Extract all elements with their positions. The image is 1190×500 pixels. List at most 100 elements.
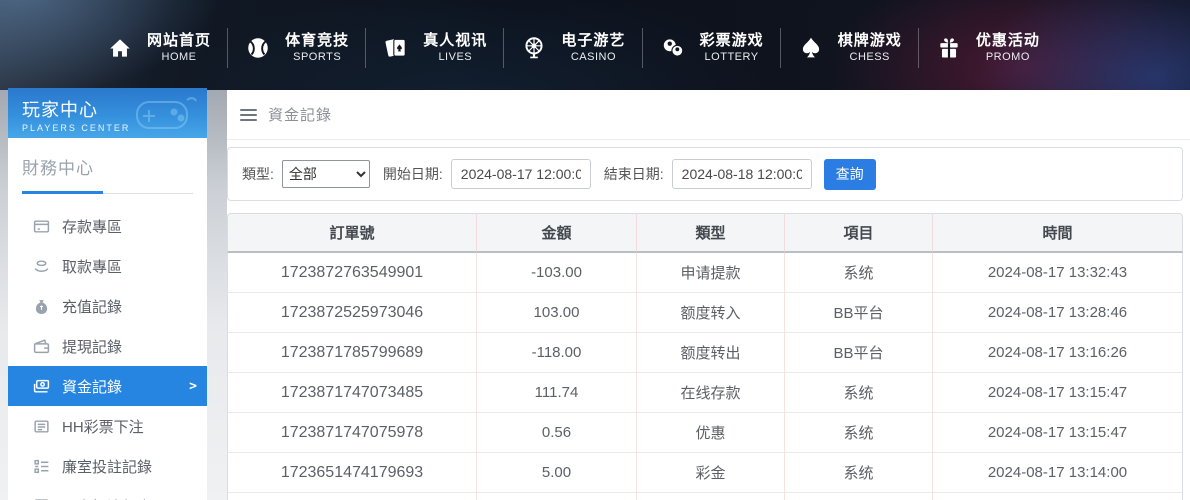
nav-divider	[642, 28, 643, 68]
finance-section: 財務中心	[8, 138, 207, 194]
menu-toggle-icon[interactable]	[240, 109, 257, 121]
sidebar-item-label: HH彩票下注	[62, 416, 144, 437]
cell-time: 2024-08-17 13:28:46	[933, 293, 1183, 333]
cell-order-no: 1723872525973046	[227, 293, 477, 333]
nav-divider	[918, 28, 919, 68]
playing-cards-icon	[382, 34, 410, 62]
table-row-partial	[227, 493, 1183, 500]
header-amount: 金額	[477, 213, 637, 253]
table-row: 1723871785799689 -118.00 额度转出 BB平台 2024-…	[227, 333, 1183, 373]
nav-label-en: LIVES	[438, 51, 472, 65]
cell-order-no: 1723871747073485	[227, 373, 477, 413]
table-row: 1723871747073485 111.74 在线存款 系统 2024-08-…	[227, 373, 1183, 413]
sidebar-item-label: 提現記錄	[62, 336, 122, 357]
search-button[interactable]: 查詢	[824, 159, 876, 190]
cell-time	[933, 493, 1183, 500]
table-row: 1723872763549901 -103.00 申请提款 系统 2024-08…	[227, 253, 1183, 293]
money-bag-icon	[33, 298, 50, 315]
nav-label-en: PROMO	[986, 51, 1030, 65]
cell-time: 2024-08-17 13:15:47	[933, 413, 1183, 453]
nav-item-chess[interactable]: 棋牌游戏 CHESS	[797, 32, 902, 65]
end-date-input[interactable]	[672, 159, 812, 189]
nav-item-lottery[interactable]: 彩票游戏 LOTTERY	[659, 32, 764, 65]
nav-label-en: LOTTERY	[705, 51, 759, 65]
ticket-list-icon	[33, 418, 50, 435]
type-label: 類型:	[242, 164, 274, 184]
cell-order-no: 1723651474179693	[227, 453, 477, 493]
cell-type	[637, 493, 785, 500]
nav-label-zh: 电子游艺	[561, 32, 625, 51]
main-content: 資金記錄 類型: 全部 開始日期: 結束日期: 查詢 訂單號 金額 類型 項目 …	[227, 90, 1190, 500]
wallet-icon	[33, 338, 50, 355]
sidebar-item-label: 取款專區	[62, 256, 122, 277]
nav-item-promo[interactable]: 优惠活动 PROMO	[935, 32, 1040, 65]
sidebar-item-room-bet-records[interactable]: 廉室投註記錄	[8, 446, 207, 486]
sidebar-item-hh-lottery-bets[interactable]: HH彩票下注	[8, 406, 207, 446]
nav-label-en: SPORTS	[293, 51, 341, 65]
nav-divider	[227, 28, 228, 68]
sidebar-item-withdraw-zone[interactable]: 取款專區	[8, 246, 207, 286]
nav-divider	[365, 28, 366, 68]
cell-amount: -103.00	[477, 253, 637, 293]
cell-time: 2024-08-17 13:16:26	[933, 333, 1183, 373]
cell-item: BB平台	[785, 333, 933, 373]
nav-label-zh: 优惠活动	[976, 32, 1040, 51]
gamepad-watermark-icon	[129, 92, 199, 138]
cell-amount: 103.00	[477, 293, 637, 333]
cell-time: 2024-08-17 13:32:43	[933, 253, 1183, 293]
nav-divider	[780, 28, 781, 68]
sidebar: 玩家中心 PLAYERS CENTER 財務中心 存款專區 取款專區	[8, 88, 207, 500]
sidebar-item-deposit-zone[interactable]: 存款專區	[8, 206, 207, 246]
fund-records-table: 訂單號 金額 類型 項目 時間 1723872763549901 -103.00…	[227, 213, 1183, 500]
nav-item-home[interactable]: 网站首页 HOME	[106, 32, 211, 65]
finance-section-title: 財務中心	[22, 154, 193, 179]
cell-type: 额度转入	[637, 293, 785, 333]
cell-item: 系统	[785, 373, 933, 413]
cell-amount	[477, 493, 637, 500]
sidebar-item-player-bet-report[interactable]: 玩家投注報表	[8, 486, 207, 500]
roulette-icon	[520, 34, 548, 62]
deposit-icon	[33, 218, 50, 235]
cell-time: 2024-08-17 13:15:47	[933, 373, 1183, 413]
cell-amount: 5.00	[477, 453, 637, 493]
filter-bar: 類型: 全部 開始日期: 結束日期: 查詢	[227, 147, 1183, 201]
header-type: 類型	[637, 213, 785, 253]
gift-icon	[935, 34, 963, 62]
start-date-input[interactable]	[451, 159, 591, 189]
header-time: 時間	[933, 213, 1183, 253]
cell-item: 系统	[785, 453, 933, 493]
chevron-right-icon: >	[189, 379, 197, 394]
nav-items-row: 网站首页 HOME 体育竞技 SPORTS 真人视讯 LIVES	[0, 0, 1190, 90]
sidebar-item-recharge-records[interactable]: 充值記錄	[8, 286, 207, 326]
cell-type: 申请提款	[637, 253, 785, 293]
end-date-label: 結束日期:	[604, 164, 664, 184]
players-center-header: 玩家中心 PLAYERS CENTER	[8, 88, 207, 138]
sidebar-item-label: 資金記錄	[62, 376, 122, 397]
sidebar-item-fund-records[interactable]: 資金記錄 >	[8, 366, 207, 406]
nav-item-casino[interactable]: 电子游艺 CASINO	[520, 32, 625, 65]
header-item: 項目	[785, 213, 933, 253]
top-navigation-bar: 网站首页 HOME 体育竞技 SPORTS 真人视讯 LIVES	[0, 0, 1190, 90]
type-select[interactable]: 全部	[282, 160, 370, 188]
cell-order-no: 1723872763549901	[227, 253, 477, 293]
cell-time: 2024-08-17 13:14:00	[933, 453, 1183, 493]
nav-label-en: CHESS	[850, 51, 890, 65]
nav-item-sports[interactable]: 体育竞技 SPORTS	[244, 32, 349, 65]
lottery-balls-icon	[659, 34, 687, 62]
nav-label-zh: 体育竞技	[285, 32, 349, 51]
nav-label-zh: 棋牌游戏	[838, 32, 902, 51]
sidebar-item-label: 充值記錄	[62, 296, 122, 317]
cell-item	[785, 493, 933, 500]
cell-item: 系统	[785, 253, 933, 293]
home-icon	[106, 34, 134, 62]
sidebar-item-withdrawal-records[interactable]: 提現記錄	[8, 326, 207, 366]
cell-order-no: 1723871747075978	[227, 413, 477, 453]
cell-order-no	[227, 493, 477, 500]
cell-item: 系统	[785, 413, 933, 453]
table-row: 1723872525973046 103.00 额度转入 BB平台 2024-0…	[227, 293, 1183, 333]
spade-icon	[797, 34, 825, 62]
table-row: 1723651474179693 5.00 彩金 系统 2024-08-17 1…	[227, 453, 1183, 493]
cell-type: 优惠	[637, 413, 785, 453]
cell-item: BB平台	[785, 293, 933, 333]
nav-item-lives[interactable]: 真人视讯 LIVES	[382, 32, 487, 65]
